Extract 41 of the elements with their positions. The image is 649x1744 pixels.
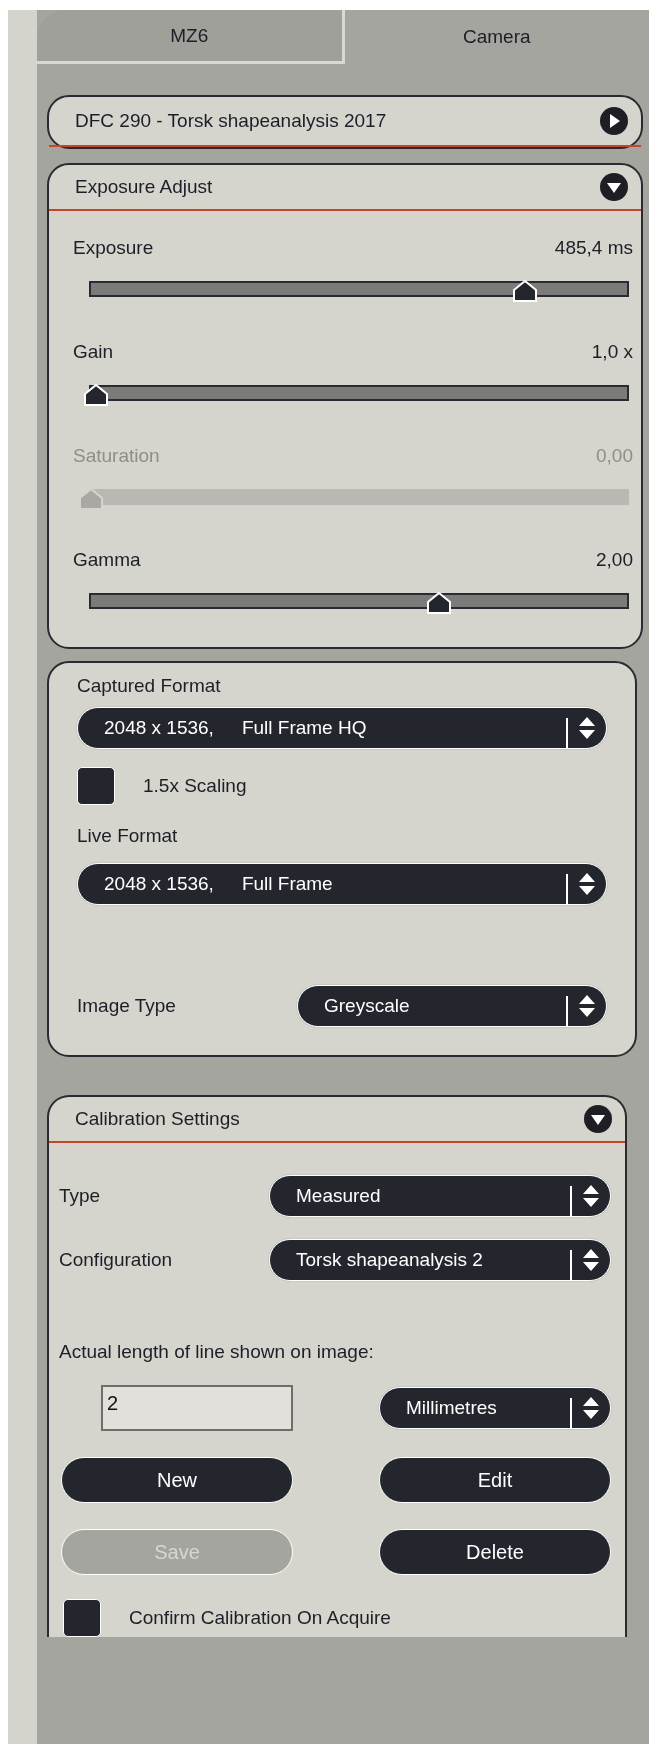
field-label: Captured Format [77,675,222,697]
collapse-icon[interactable] [583,1104,613,1134]
checkbox-label: Confirm Calibration On Acquire [129,1607,391,1629]
configuration-dropdown[interactable]: Torsk shapeanalysis 2 [269,1239,611,1281]
format-dropdown[interactable]: 2048 x 1536, Full Frame HQ [77,707,607,749]
slider-label: Exposure [73,237,154,259]
expand-icon[interactable] [599,106,629,136]
panel-title: DFC 290 - Torsk shapeanalysis 2017 [75,110,387,132]
slider-label: Gamma [73,549,141,571]
up-down-icon [578,994,596,1018]
slider-reading: 0,00 [596,445,633,467]
up-down-icon [582,1248,600,1272]
action-button[interactable]: New [61,1457,293,1503]
slider-label: Saturation [73,445,160,467]
tab[interactable]: MZ6 [37,10,345,64]
slider-reading: 2,00 [596,549,633,571]
checkbox-label: 1.5x Scaling [143,775,247,797]
prompt-text: Actual length of line shown on image: [59,1341,375,1363]
field-label: Live Format [77,825,179,847]
action-button[interactable]: Delete [379,1529,611,1575]
type-dropdown[interactable]: Measured [269,1175,611,1217]
collapse-icon[interactable] [599,172,629,202]
slider-reading: 485,4 ms [554,237,633,259]
unit-dropdown[interactable]: Millimetres [379,1387,611,1429]
slider-reading: 1,0 x [591,341,633,363]
checkbox[interactable] [63,1599,101,1637]
action-button[interactable]: Edit [379,1457,611,1503]
up-down-icon [582,1396,600,1420]
length-field[interactable]: 2 [101,1385,293,1431]
panel-title: Calibration Settings [75,1108,240,1130]
checkbox[interactable] [77,767,115,805]
slider-label: Gain [73,341,114,363]
field-label: Type [59,1185,101,1207]
format-dropdown[interactable]: 2048 x 1536, Full Frame [77,863,607,905]
up-down-icon [578,716,596,740]
panel-title: Exposure Adjust [75,176,213,198]
field-label: Image Type [77,995,176,1017]
up-down-icon [578,872,596,896]
up-down-icon [582,1184,600,1208]
field-label: Configuration [59,1249,173,1271]
image-type-dropdown[interactable]: Greyscale [297,985,607,1027]
